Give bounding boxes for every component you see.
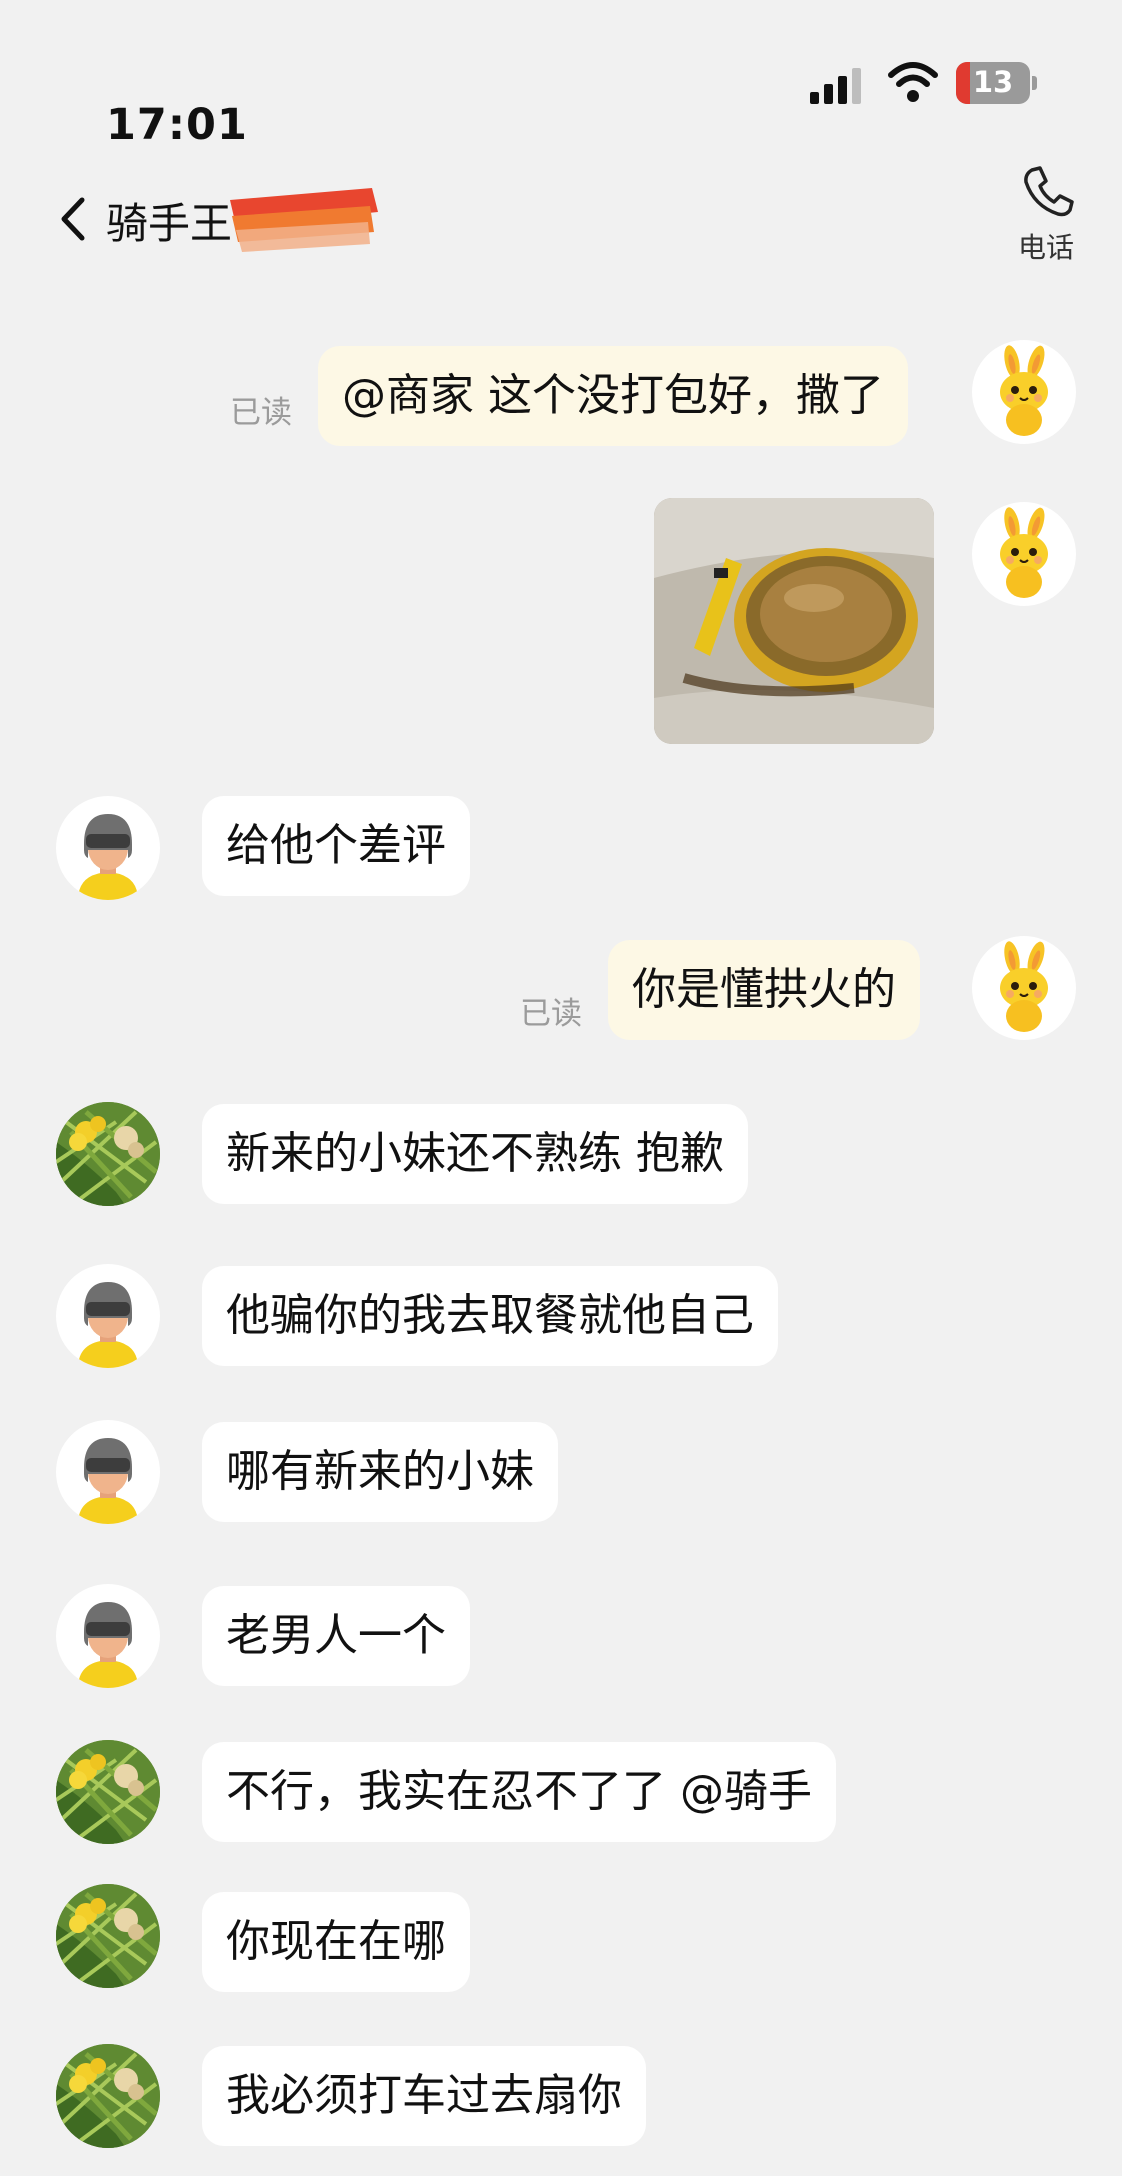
- message-bubble[interactable]: 你是懂拱火的: [608, 940, 920, 1040]
- message-bubble[interactable]: 哪有新来的小妹: [202, 1422, 558, 1522]
- message-bubble[interactable]: 老男人一个: [202, 1586, 470, 1686]
- merchant-avatar[interactable]: [56, 2044, 160, 2148]
- message-bubble[interactable]: 不行，我实在忍不了了 @骑手: [202, 1742, 836, 1842]
- message-photo[interactable]: [654, 498, 934, 744]
- cellular-signal-icon: [810, 68, 866, 104]
- merchant-avatar[interactable]: [56, 1740, 160, 1844]
- message-bubble[interactable]: 他骗你的我去取餐就他自己: [202, 1266, 778, 1366]
- message-bubble[interactable]: 你现在在哪: [202, 1892, 470, 1992]
- my-bunny-avatar[interactable]: [972, 340, 1076, 444]
- phone-icon[interactable]: [1020, 164, 1076, 220]
- wifi-icon: [888, 62, 938, 102]
- spilled-food-photo: [654, 498, 934, 744]
- my-bunny-avatar[interactable]: [972, 936, 1076, 1040]
- message-bubble[interactable]: @商家 这个没打包好，撒了: [318, 346, 908, 446]
- back-chevron-icon[interactable]: [58, 196, 88, 242]
- battery-tip: [1032, 76, 1037, 90]
- message-bubble[interactable]: 给他个差评: [202, 796, 470, 896]
- contact-name: 骑手王: [106, 199, 233, 248]
- rider-avatar[interactable]: [56, 1264, 160, 1368]
- rider-avatar[interactable]: [56, 1584, 160, 1688]
- battery-icon: 13: [956, 62, 1030, 104]
- merchant-avatar[interactable]: [56, 1884, 160, 1988]
- message-bubble[interactable]: 我必须打车过去扇你: [202, 2046, 646, 2146]
- name-redaction-mark: [230, 188, 378, 252]
- status-time: 17:01: [106, 100, 248, 150]
- call-button-label[interactable]: 电话: [1018, 226, 1074, 266]
- read-receipt: 已读: [520, 996, 582, 1032]
- rider-avatar[interactable]: [56, 796, 160, 900]
- battery-level: 13: [972, 65, 1014, 99]
- message-bubble[interactable]: 新来的小妹还不熟练 抱歉: [202, 1104, 748, 1204]
- merchant-avatar[interactable]: [56, 1102, 160, 1206]
- rider-avatar[interactable]: [56, 1420, 160, 1524]
- my-bunny-avatar[interactable]: [972, 502, 1076, 606]
- read-receipt: 已读: [230, 395, 292, 431]
